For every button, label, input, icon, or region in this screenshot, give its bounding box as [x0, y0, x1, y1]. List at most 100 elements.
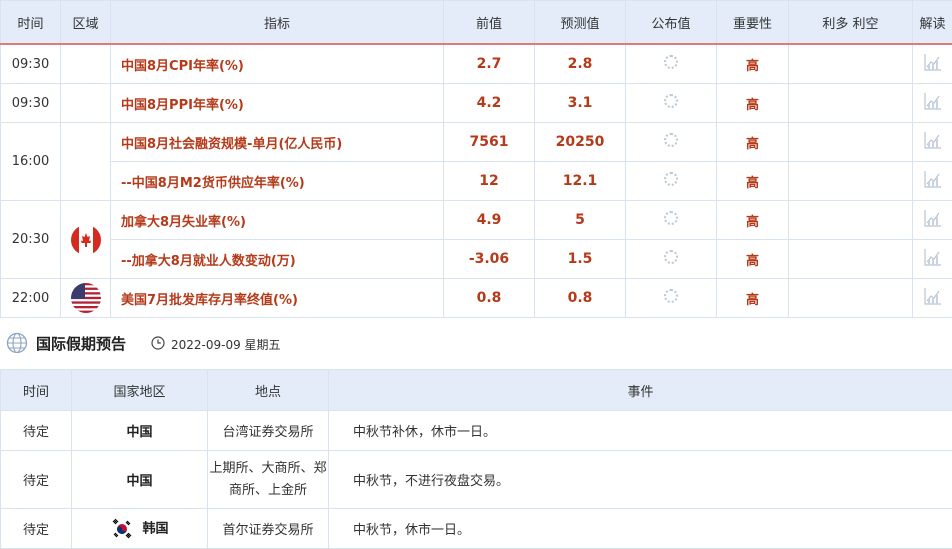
previous-value: 0.8	[444, 279, 535, 318]
row-region	[61, 201, 111, 279]
table-row: 待定 中国 台湾证券交易所 中秋节补休，休市一日。	[1, 411, 952, 451]
chart-icon[interactable]	[923, 169, 943, 189]
table-row: 待定 韩国 首尔证券交易所 中秋节，休市一日。	[1, 509, 952, 549]
importance: 高	[717, 123, 789, 162]
indicator-link[interactable]: --加拿大8月就业人数变动(万)	[111, 240, 444, 279]
table-row: 20:30 加拿大8月失业率(%) 4.9 5 高	[1, 201, 952, 240]
canada-flag-icon	[71, 225, 101, 255]
indicator-link[interactable]: 中国8月CPI年率(%)	[111, 44, 444, 84]
actual-value	[626, 162, 717, 201]
interpret-cell[interactable]	[913, 44, 952, 84]
holiday-date: 2022-09-09 星期五	[171, 336, 281, 353]
table-row: --中国8月M2货币供应年率(%) 12 12.1 高	[1, 162, 952, 201]
header-country: 国家地区	[72, 370, 208, 411]
row-time: 09:30	[1, 84, 61, 123]
holiday-title: 国际假期预告	[36, 333, 126, 354]
actual-value	[626, 84, 717, 123]
chart-icon[interactable]	[923, 247, 943, 267]
row-time: 09:30	[1, 44, 61, 84]
importance: 高	[717, 44, 789, 84]
indicator-link[interactable]: 中国8月社会融资规模-单月(亿人民币)	[111, 123, 444, 162]
previous-value: 12	[444, 162, 535, 201]
previous-value: 4.9	[444, 201, 535, 240]
table-row: --加拿大8月就业人数变动(万) -3.06 1.5 高	[1, 240, 952, 279]
forecast-value: 12.1	[535, 162, 626, 201]
header-time: 时间	[1, 1, 61, 45]
row-region	[61, 123, 111, 201]
interpret-cell[interactable]	[913, 162, 952, 201]
indicator-link[interactable]: 中国8月PPI年率(%)	[111, 84, 444, 123]
table-row: 待定 中国 上期所、大商所、郑商所、上金所 中秋节，不进行夜盘交易。	[1, 451, 952, 509]
interpret-cell[interactable]	[913, 123, 952, 162]
chart-icon[interactable]	[923, 286, 943, 306]
economic-calendar-table: 时间 区域 指标 前值 预测值 公布值 重要性 利多 利空 解读 09:30 中…	[0, 0, 952, 318]
header-place: 地点	[208, 370, 329, 411]
bull-bear	[789, 44, 913, 84]
holiday-event: 中秋节，不进行夜盘交易。	[329, 451, 952, 509]
row-region	[61, 84, 111, 123]
importance: 高	[717, 162, 789, 201]
chart-icon[interactable]	[923, 91, 943, 111]
usa-flag-icon	[71, 283, 101, 313]
indicator-link[interactable]: --中国8月M2货币供应年率(%)	[111, 162, 444, 201]
table-row: 16:00 中国8月社会融资规模-单月(亿人民币) 7561 20250 高	[1, 123, 952, 162]
holiday-place: 台湾证券交易所	[208, 411, 329, 451]
holiday-table: 时间 国家地区 地点 事件 待定 中国 台湾证券交易所 中秋节补休，休市一日。 …	[0, 369, 952, 549]
loading-spinner-icon	[664, 289, 678, 303]
indicator-link[interactable]: 加拿大8月失业率(%)	[111, 201, 444, 240]
header-region: 区域	[61, 1, 111, 45]
actual-value	[626, 279, 717, 318]
chart-icon[interactable]	[923, 130, 943, 150]
loading-spinner-icon	[664, 250, 678, 264]
holiday-time: 待定	[1, 451, 72, 509]
holiday-section-header: 国际假期预告 2022-09-09 星期五	[0, 324, 952, 364]
holiday-header-row: 时间 国家地区 地点 事件	[1, 370, 952, 411]
forecast-value: 0.8	[535, 279, 626, 318]
actual-value	[626, 240, 717, 279]
bull-bear	[789, 123, 913, 162]
header-event: 事件	[329, 370, 952, 411]
indicator-link[interactable]: 美国7月批发库存月率终值(%)	[111, 279, 444, 318]
header-forecast: 预测值	[535, 1, 626, 45]
header-interpretation: 解读	[913, 1, 952, 45]
importance: 高	[717, 84, 789, 123]
previous-value: 4.2	[444, 84, 535, 123]
loading-spinner-icon	[664, 172, 678, 186]
row-region	[61, 279, 111, 318]
forecast-value: 3.1	[535, 84, 626, 123]
forecast-value: 5	[535, 201, 626, 240]
actual-value	[626, 201, 717, 240]
loading-spinner-icon	[664, 211, 678, 225]
row-time: 20:30	[1, 201, 61, 279]
holiday-place: 首尔证券交易所	[208, 509, 329, 549]
header-previous: 前值	[444, 1, 535, 45]
importance: 高	[717, 240, 789, 279]
chart-icon[interactable]	[923, 52, 943, 72]
header-actual: 公布值	[626, 1, 717, 45]
importance: 高	[717, 201, 789, 240]
loading-spinner-icon	[664, 55, 678, 69]
bull-bear	[789, 279, 913, 318]
holiday-time: 待定	[1, 509, 72, 549]
holiday-country-name: 韩国	[142, 521, 168, 536]
bull-bear	[789, 162, 913, 201]
previous-value: -3.06	[444, 240, 535, 279]
forecast-value: 1.5	[535, 240, 626, 279]
bull-bear	[789, 201, 913, 240]
forecast-value: 20250	[535, 123, 626, 162]
chart-icon[interactable]	[923, 208, 943, 228]
header-importance: 重要性	[717, 1, 789, 45]
interpret-cell[interactable]	[913, 279, 952, 318]
interpret-cell[interactable]	[913, 201, 952, 240]
holiday-time: 待定	[1, 411, 72, 451]
table-row: 09:30 中国8月CPI年率(%) 2.7 2.8 高	[1, 44, 952, 84]
korea-flag-icon	[110, 517, 134, 541]
holiday-place: 上期所、大商所、郑商所、上金所	[208, 451, 329, 509]
bull-bear	[789, 84, 913, 123]
clock-icon	[151, 336, 165, 350]
bull-bear	[789, 240, 913, 279]
holiday-country: 中国	[72, 451, 208, 509]
actual-value	[626, 44, 717, 84]
interpret-cell[interactable]	[913, 240, 952, 279]
interpret-cell[interactable]	[913, 84, 952, 123]
